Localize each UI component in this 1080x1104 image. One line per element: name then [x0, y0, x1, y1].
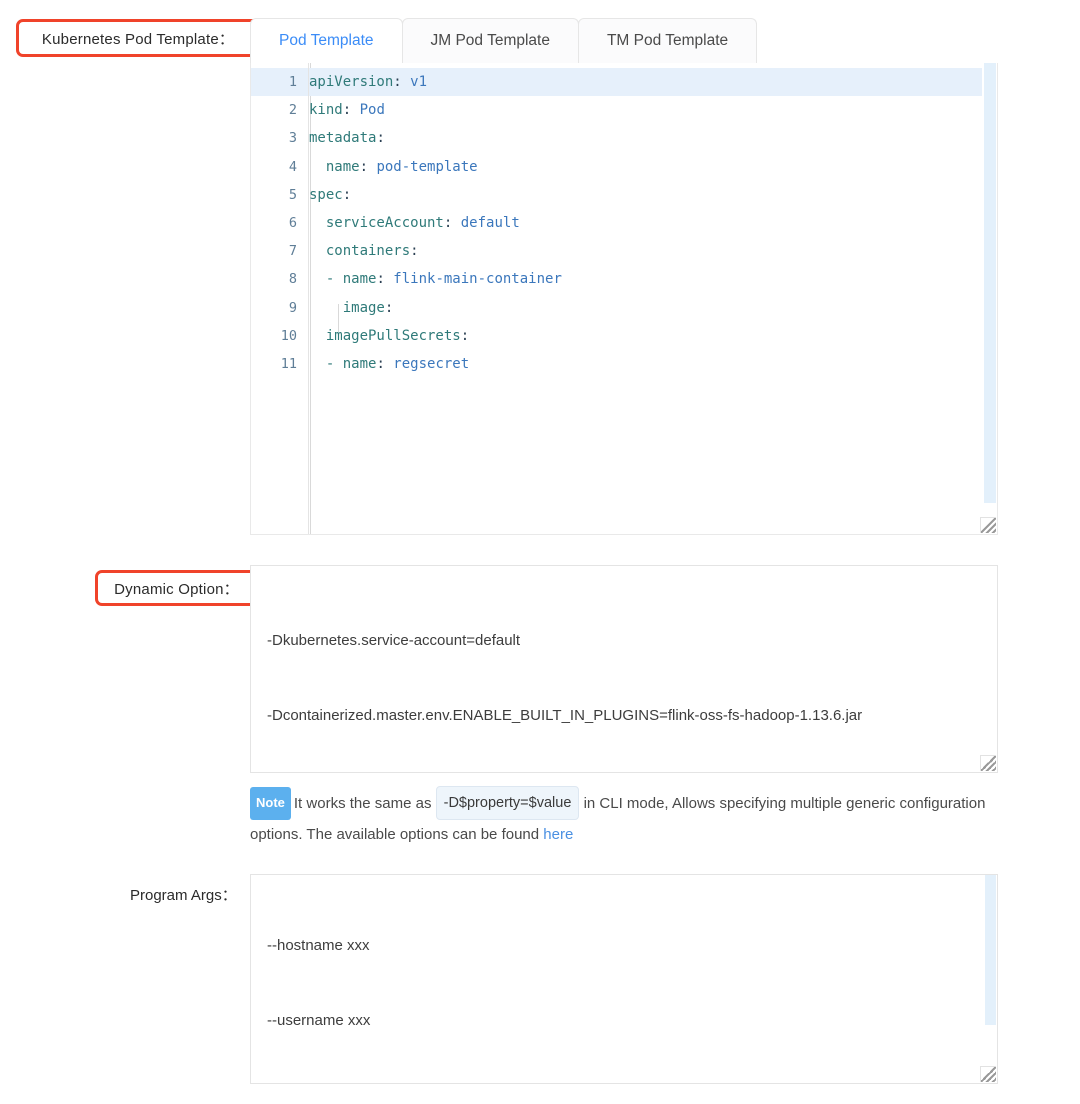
editor-resize-handle[interactable] — [980, 517, 996, 533]
yaml-key: serviceAccount — [326, 215, 444, 231]
program-args-textarea[interactable]: --hostname xxx --username xxx --password… — [250, 874, 998, 1084]
line-number: 10 — [251, 322, 308, 350]
yaml-key: spec — [309, 187, 343, 203]
yaml-colon: : — [343, 187, 351, 203]
yaml-value: flink-main-container — [385, 271, 562, 287]
program-args-line: --hostname xxx — [267, 933, 981, 958]
note-inline-code: -D$property=$value — [436, 786, 580, 820]
pod-template-tabs: Pod Template JM Pod Template TM Pod Temp… — [250, 18, 998, 63]
yaml-indent — [309, 328, 326, 344]
program-args-scrollbar-thumb[interactable] — [985, 875, 996, 1025]
dynamic-option-label: Dynamic Option： — [114, 578, 239, 599]
yaml-colon: : — [376, 356, 384, 372]
note-text-before: It works the same as — [294, 795, 432, 812]
yaml-colon: : — [461, 328, 469, 344]
code-line: name: pod-template — [309, 153, 997, 181]
dynamic-option-textarea[interactable]: -Dkubernetes.service-account=default -Dc… — [250, 565, 998, 773]
tab-tm-pod-template-label: TM Pod Template — [607, 32, 728, 50]
program-args-vertical-scrollbar[interactable] — [983, 875, 997, 1083]
dynamic-option-value: -Dkubernetes.service-account=default -Dc… — [251, 566, 997, 773]
line-number: 4 — [251, 153, 308, 181]
line-number: 9 — [251, 294, 308, 322]
yaml-colon: : — [385, 300, 393, 316]
tab-jm-pod-template-label: JM Pod Template — [431, 32, 550, 50]
note-here-link[interactable]: here — [543, 826, 573, 843]
line-number: 5 — [251, 181, 308, 209]
code-line: image: — [309, 294, 997, 322]
program-args-resize-handle[interactable] — [980, 1066, 996, 1082]
yaml-value: Pod — [351, 102, 385, 118]
yaml-indent — [309, 300, 343, 316]
program-args-line: --username xxx — [267, 1008, 981, 1033]
dynamic-option-line: -Dkubernetes.service-account=default — [267, 628, 981, 653]
yaml-indent — [309, 356, 326, 372]
code-line: - name: flink-main-container — [309, 265, 997, 293]
line-number: 8 — [251, 265, 308, 293]
code-line: apiVersion: v1 — [309, 68, 997, 96]
tab-pod-template-label: Pod Template — [279, 32, 374, 50]
tab-jm-pod-template[interactable]: JM Pod Template — [402, 18, 579, 63]
yaml-key: metadata — [309, 130, 376, 146]
line-number: 6 — [251, 209, 308, 237]
yaml-dash: - — [326, 356, 343, 372]
code-line: spec: — [309, 181, 997, 209]
program-args-label: Program Args： — [130, 884, 237, 905]
yaml-value: default — [452, 215, 519, 231]
code-line: serviceAccount: default — [309, 209, 997, 237]
editor-line-number-gutter: 1 2 3 4 5 6 7 8 9 10 11 — [251, 63, 309, 534]
editor-vertical-scrollbar[interactable] — [982, 63, 997, 534]
line-number: 3 — [251, 124, 308, 152]
code-line: - name: regsecret — [309, 350, 997, 378]
yaml-key: kind — [309, 102, 343, 118]
yaml-indent — [309, 159, 326, 175]
code-line: imagePullSecrets: — [309, 322, 997, 350]
yaml-colon: : — [393, 74, 401, 90]
tab-pod-template[interactable]: Pod Template — [250, 18, 403, 63]
yaml-value: pod-template — [368, 159, 478, 175]
editor-scrollbar-thumb[interactable] — [984, 63, 996, 503]
dynamic-option-line: -Dcontainerized.master.env.ENABLE_BUILT_… — [267, 703, 981, 728]
tab-tm-pod-template[interactable]: TM Pod Template — [578, 18, 757, 63]
yaml-key: containers — [326, 243, 410, 259]
yaml-key: image — [343, 300, 385, 316]
line-number: 7 — [251, 237, 308, 265]
yaml-colon: : — [376, 130, 384, 146]
editor-code-area[interactable]: apiVersion: v1 kind: Pod metadata: name:… — [309, 63, 997, 534]
yaml-colon: : — [343, 102, 351, 118]
yaml-key: name — [343, 271, 377, 287]
yaml-key: name — [343, 356, 377, 372]
tab-strip: Pod Template JM Pod Template TM Pod Temp… — [250, 18, 998, 63]
yaml-colon: : — [360, 159, 368, 175]
yaml-value: v1 — [402, 74, 427, 90]
line-number: 2 — [251, 96, 308, 124]
program-args-value: --hostname xxx --username xxx --password… — [251, 875, 997, 1084]
note-badge: Note — [250, 787, 291, 820]
line-number: 11 — [251, 350, 308, 378]
kubernetes-pod-template-label: Kubernetes Pod Template： — [42, 28, 234, 49]
yaml-value: regsecret — [385, 356, 469, 372]
code-line: containers: — [309, 237, 997, 265]
code-line: kind: Pod — [309, 96, 997, 124]
yaml-indent — [309, 271, 326, 287]
yaml-colon: : — [376, 271, 384, 287]
yaml-key: apiVersion — [309, 74, 393, 90]
dynamic-option-annotation: Dynamic Option： — [95, 570, 258, 606]
line-number: 1 — [251, 68, 308, 96]
program-args-line: --password xxx — [267, 1083, 981, 1084]
pod-template-code-editor[interactable]: 1 2 3 4 5 6 7 8 9 10 11 apiVersion: v1 k… — [250, 63, 998, 535]
kubernetes-pod-template-annotation: Kubernetes Pod Template： — [16, 19, 260, 57]
code-line: metadata: — [309, 124, 997, 152]
yaml-indent — [309, 215, 326, 231]
yaml-dash: - — [326, 271, 343, 287]
yaml-colon: : — [410, 243, 418, 259]
yaml-key: name — [326, 159, 360, 175]
dynamic-option-resize-handle[interactable] — [980, 755, 996, 771]
dynamic-option-note: NoteIt works the same as -D$property=$va… — [250, 786, 995, 850]
yaml-indent — [309, 243, 326, 259]
yaml-key: imagePullSecrets — [326, 328, 461, 344]
